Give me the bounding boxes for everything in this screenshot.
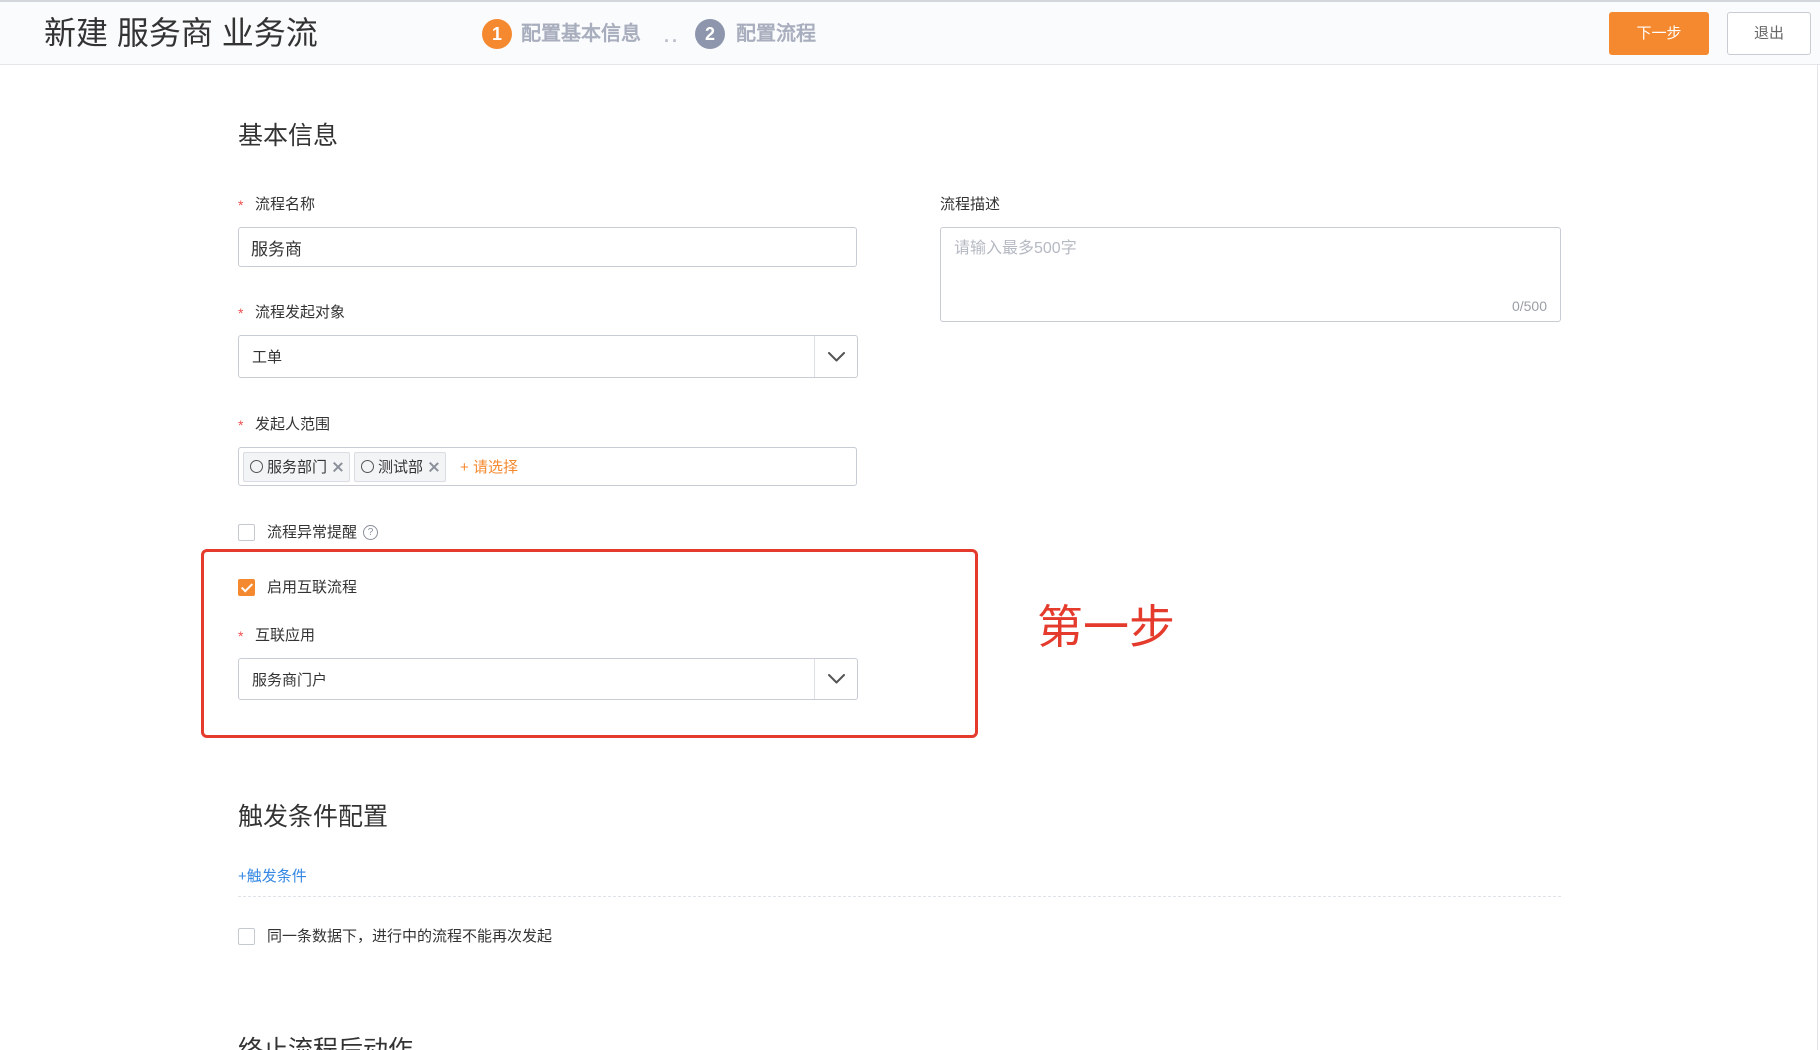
interconnect-flow-label: 启用互联流程 xyxy=(267,578,358,596)
circle-icon xyxy=(250,460,263,473)
interconnect-flow-checkbox[interactable] xyxy=(238,579,255,596)
step-2-label: 配置流程 xyxy=(736,23,816,45)
initiator-object-select[interactable]: 工单 xyxy=(238,335,858,378)
initiator-scope-label: * 发起人范围 xyxy=(238,416,330,434)
initiator-scope-tag-input[interactable]: 服务部门 测试部 + 请选择 xyxy=(238,447,857,486)
required-mark: * xyxy=(238,305,244,321)
no-repeat-launch-label: 同一条数据下，进行中的流程不能再次发起 xyxy=(267,927,553,945)
scope-tag: 测试部 xyxy=(354,451,447,482)
required-mark: * xyxy=(238,628,244,644)
required-mark: * xyxy=(238,417,244,433)
initiator-object-label: * 流程发起对象 xyxy=(238,304,345,322)
no-repeat-launch-row: 同一条数据下，进行中的流程不能再次发起 xyxy=(238,928,552,945)
description-char-counter: 0/500 xyxy=(1511,298,1547,314)
interconnect-app-selected-value: 服务商门户 xyxy=(252,671,328,689)
exception-alert-row: 流程异常提醒 ? xyxy=(238,523,379,541)
basic-info-heading: 基本信息 xyxy=(238,122,339,150)
close-icon[interactable] xyxy=(333,462,343,472)
exit-button[interactable]: 退出 xyxy=(1727,12,1811,55)
interconnect-app-label-text: 互联应用 xyxy=(255,627,316,644)
annotation-step-one-text: 第一步 xyxy=(1037,601,1175,653)
page-title: 新建 服务商 业务流 xyxy=(44,15,318,51)
content-right-border xyxy=(1817,65,1818,1050)
exception-alert-label: 流程异常提醒 xyxy=(267,523,358,541)
interconnect-flow-row: 启用互联流程 xyxy=(238,579,357,596)
no-repeat-launch-checkbox[interactable] xyxy=(238,928,255,945)
interconnect-app-dropdown-toggle[interactable] xyxy=(814,659,857,699)
initiator-object-selected-value: 工单 xyxy=(252,349,283,366)
flow-name-label-text: 流程名称 xyxy=(255,196,316,213)
close-icon[interactable] xyxy=(429,462,439,472)
add-scope-button[interactable]: + 请选择 xyxy=(460,456,518,477)
flow-description-textarea[interactable] xyxy=(940,227,1561,322)
chevron-down-icon xyxy=(827,351,845,361)
initiator-object-label-text: 流程发起对象 xyxy=(255,304,346,321)
initiator-scope-label-text: 发起人范围 xyxy=(255,416,331,433)
post-termination-heading-wrapper: 终止流程后动作 xyxy=(238,1035,638,1050)
post-termination-heading: 终止流程后动作 xyxy=(238,1036,414,1050)
next-step-button[interactable]: 下一步 xyxy=(1609,12,1709,55)
page-header: 新建 服务商 业务流 1 配置基本信息 .. 2 配置流程 下一步 退出 xyxy=(0,0,1820,65)
flow-name-label: * 流程名称 xyxy=(238,196,315,214)
question-circle-icon[interactable]: ? xyxy=(363,525,379,540)
flow-description-label: 流程描述 xyxy=(940,196,1001,213)
initiator-object-dropdown-toggle[interactable] xyxy=(814,336,857,377)
step-1-number-badge: 1 xyxy=(482,19,512,49)
scope-tag: 服务部门 xyxy=(243,451,351,482)
annotation-highlight-box xyxy=(201,549,978,738)
interconnect-app-select[interactable]: 服务商门户 xyxy=(238,658,858,700)
required-mark: * xyxy=(238,197,244,213)
step-separator: .. xyxy=(664,26,681,46)
chevron-down-icon xyxy=(827,674,845,684)
scope-tag-label: 服务部门 xyxy=(267,459,328,476)
scope-tag-label: 测试部 xyxy=(378,459,424,476)
trigger-divider xyxy=(238,896,1561,897)
step-2-number-badge: 2 xyxy=(695,19,725,49)
exception-alert-checkbox[interactable] xyxy=(238,524,255,541)
trigger-config-heading: 触发条件配置 xyxy=(238,803,389,831)
step-1-label: 配置基本信息 xyxy=(521,23,641,45)
interconnect-app-label: * 互联应用 xyxy=(238,627,315,645)
flow-name-input[interactable] xyxy=(238,227,857,267)
circle-icon xyxy=(361,460,375,473)
add-trigger-condition-link[interactable]: +触发条件 xyxy=(238,868,307,886)
